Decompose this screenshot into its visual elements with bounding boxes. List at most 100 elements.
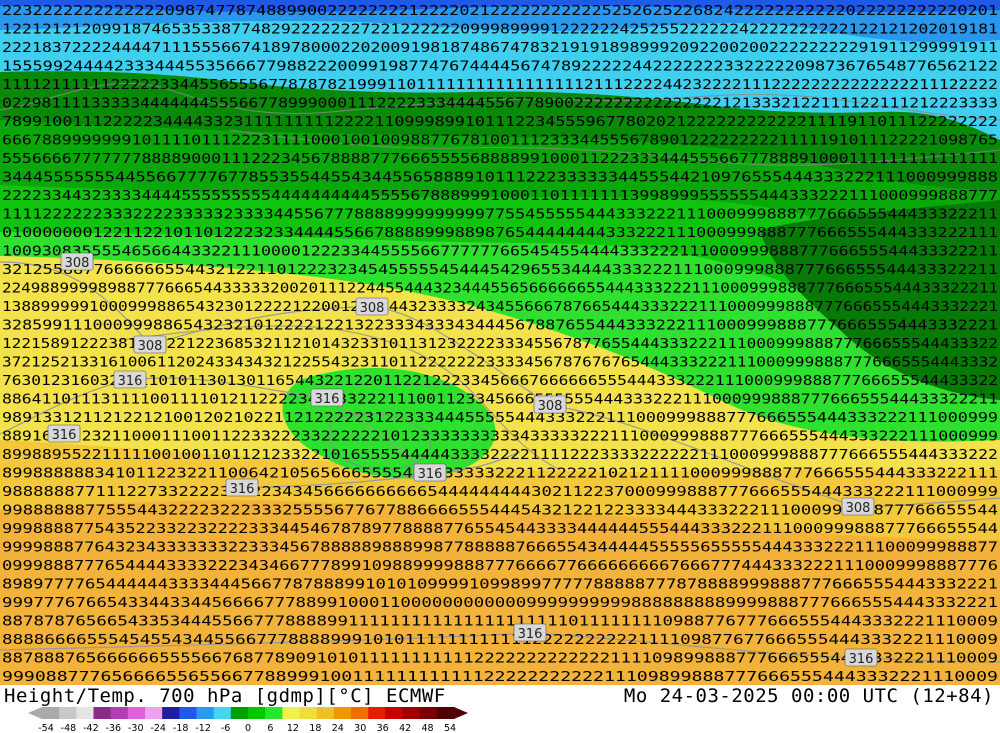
isohypse-label-text: 316 bbox=[230, 482, 255, 497]
digit-row: 5556666777777788889000111222345678888777… bbox=[2, 152, 998, 167]
isohypse-label-text: 316 bbox=[418, 467, 443, 482]
digit-row: 8891612223211000111001122332223322222210… bbox=[2, 430, 998, 445]
legend-tick-label: 6 bbox=[267, 723, 273, 733]
legend-swatch bbox=[299, 707, 318, 719]
legend-swatch bbox=[93, 707, 112, 719]
legend-tick-label: 42 bbox=[399, 723, 411, 733]
legend-swatch bbox=[282, 707, 300, 719]
legend-tick-label: 24 bbox=[332, 723, 344, 733]
weather-map: 2232222222222222098747787488990022222222… bbox=[0, 0, 1000, 685]
digit-row: 2232222222222222098747787488990022222222… bbox=[2, 4, 998, 19]
legend-swatch bbox=[76, 707, 94, 719]
digit-row: 2221837222244447111555667418978000220200… bbox=[2, 41, 998, 56]
digit-row: 9997776766543344334456666777889910001100… bbox=[2, 596, 998, 611]
digit-row: 3444555555544556677776778553554455434455… bbox=[2, 171, 998, 186]
digit-row: 0229811113333344444445556677899900011122… bbox=[2, 97, 998, 112]
digit-row: 1221212120991874653533877482922222227221… bbox=[2, 23, 998, 38]
digit-row: 9999888776432343333333223334567888889888… bbox=[2, 541, 998, 556]
isohypse-label: 316 bbox=[513, 623, 547, 642]
legend-tick-label: -42 bbox=[83, 723, 99, 733]
legend-tick-label: -6 bbox=[221, 723, 230, 733]
legend-swatch bbox=[145, 707, 163, 719]
digit-row: 9990887776566665565566778899910011111111… bbox=[2, 670, 998, 685]
digit-row: 0100000001221122101101222323344445566788… bbox=[2, 226, 998, 241]
legend-arrow-right bbox=[454, 707, 468, 719]
legend-tick-label: -18 bbox=[173, 723, 189, 733]
legend-tick-label: -12 bbox=[195, 723, 211, 733]
isohypse-label-text: 308 bbox=[360, 301, 385, 316]
legend-swatch bbox=[248, 707, 266, 719]
digit-row: 6667889999999101111011122231111000100100… bbox=[2, 134, 998, 149]
legend-swatch bbox=[368, 707, 386, 719]
legend-swatch bbox=[385, 707, 403, 719]
legend-tick-label: -36 bbox=[106, 723, 122, 733]
digit-row: 1555992444423334445535666779882220099198… bbox=[2, 60, 998, 75]
legend-swatch bbox=[316, 707, 335, 719]
isohypse-label-text: 316 bbox=[52, 428, 77, 443]
isohypse-label: 308 bbox=[133, 335, 167, 354]
digit-row: 3212558877666666554432122110122232345455… bbox=[2, 263, 998, 278]
digit-row: 1111211111122222334455655567787878219991… bbox=[2, 78, 998, 93]
legend-tick-label: -48 bbox=[61, 723, 77, 733]
isohypse-label-text: 316 bbox=[518, 627, 543, 642]
digit-row: 8878787656654335344455667778888991111111… bbox=[2, 615, 998, 630]
legend-tick-label: 18 bbox=[309, 723, 321, 733]
legend-swatch bbox=[127, 707, 146, 719]
legend-swatch bbox=[333, 707, 352, 719]
map-title: Height/Temp. 700 hPa [gdmp][°C] ECMWF bbox=[4, 685, 446, 707]
digit-row: 8998895522111110010011011212332210165555… bbox=[2, 448, 998, 463]
legend-swatch bbox=[110, 707, 129, 719]
valid-time: Mo 24-03-2025 00:00 UTC (12+84) bbox=[623, 685, 994, 707]
digit-row: 8888666655545455434455667778888999101011… bbox=[2, 633, 998, 648]
digit-row: 7630123160321111010113013011654432212201… bbox=[2, 374, 998, 389]
digit-row: 9891331211212212100120210221121222223122… bbox=[2, 411, 998, 426]
isohypse-label: 308 bbox=[355, 297, 389, 316]
legend-swatch bbox=[179, 707, 197, 719]
isohypse-label-text: 308 bbox=[846, 501, 871, 516]
legend-swatch bbox=[419, 707, 438, 719]
legend-swatch bbox=[230, 707, 249, 719]
digit-row: 0999888777654444333322234346677789910988… bbox=[2, 559, 998, 574]
isohypse-label: 316 bbox=[113, 370, 147, 389]
isohypse-label: 308 bbox=[60, 252, 94, 271]
digit-row: 9998888775435223322322223334454678789778… bbox=[2, 522, 998, 537]
digit-row: 2222334432333344445555555554444444444555… bbox=[2, 189, 998, 204]
legend-swatch bbox=[213, 707, 232, 719]
map-footer: Height/Temp. 700 hPa [gdmp][°C] ECMWF Mo… bbox=[0, 685, 1000, 733]
isohypse-label: 316 bbox=[225, 478, 259, 497]
legend-tick-label: 0 bbox=[245, 723, 251, 733]
legend-tick-label: -30 bbox=[128, 723, 144, 733]
isohypse-label-text: 316 bbox=[118, 374, 143, 389]
legend-swatch bbox=[436, 707, 455, 719]
legend-swatch bbox=[162, 707, 180, 719]
isohypse-label-text: 316 bbox=[315, 392, 340, 407]
legend-tick-label: 54 bbox=[444, 723, 456, 733]
digit-row: 1009308355554656644332211100001222334455… bbox=[2, 245, 998, 260]
legend-tick-label: 12 bbox=[287, 723, 299, 733]
isohypse-label: 316 bbox=[310, 388, 344, 407]
digit-row: 1111222222333222233333233334455677788889… bbox=[2, 208, 998, 223]
isohypse-label-text: 316 bbox=[849, 652, 874, 667]
isohypse-label-text: 308 bbox=[538, 399, 563, 414]
isohypse-label: 308 bbox=[533, 395, 567, 414]
digit-row: 8864110111311110011110121122223454332221… bbox=[2, 393, 998, 408]
legend-swatch bbox=[265, 707, 283, 719]
digit-row: 3285991110009998865432321012222122132233… bbox=[2, 319, 998, 334]
isohypse-label: 308 bbox=[841, 497, 875, 516]
digit-row: 8989777765444444333344456677878889910101… bbox=[2, 578, 998, 593]
legend-tick-labels: -54 -48 -42 -36 -30 -24 -18 -12 -6 0 6 12 18 24 30 36 42… bbox=[38, 723, 456, 733]
digit-row: 8998888883410112232211006421056566655554… bbox=[2, 467, 998, 482]
legend-swatches bbox=[28, 707, 468, 719]
legend-swatch bbox=[351, 707, 369, 719]
digit-row: 7899100111222223444433231111111112222110… bbox=[2, 115, 998, 130]
legend-tick-label: 48 bbox=[422, 723, 434, 733]
legend-tick-label: -24 bbox=[150, 723, 166, 733]
legend-tick-label: -54 bbox=[38, 723, 54, 733]
legend-swatch bbox=[42, 707, 60, 719]
isohypse-label-text: 308 bbox=[65, 256, 90, 271]
legend-tick-label: 36 bbox=[377, 723, 389, 733]
isohypse-label-text: 308 bbox=[138, 339, 163, 354]
digit-row: 1388999991000999886543230122221220012235… bbox=[2, 300, 998, 315]
digit-row: 3721252133161006112024334343212255432311… bbox=[2, 356, 998, 371]
isohypse-label: 316 bbox=[844, 648, 878, 667]
